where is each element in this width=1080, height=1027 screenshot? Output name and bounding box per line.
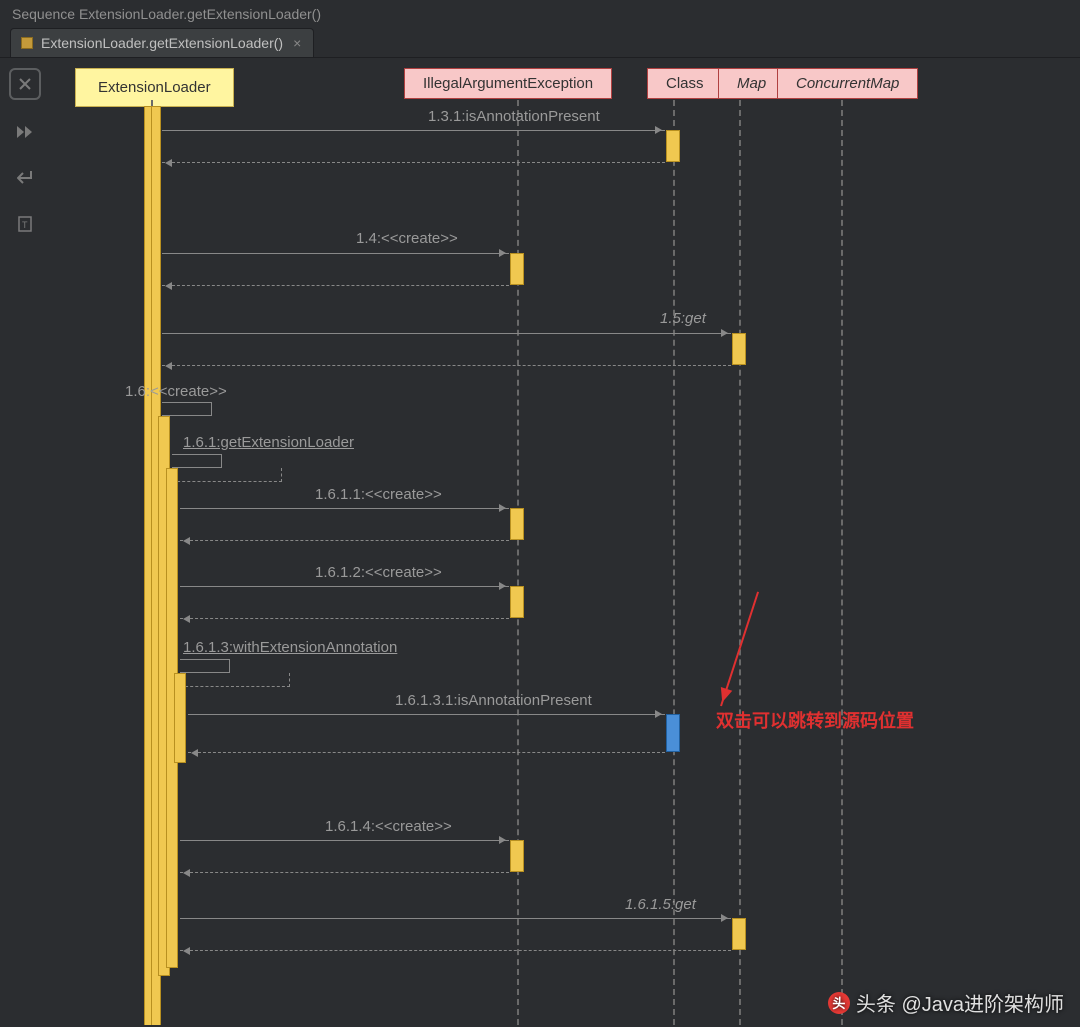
actor-concurrentmap[interactable]: ConcurrentMap: [777, 68, 918, 99]
msg-label-1614: 1.6.1.4:<<create>>: [325, 818, 452, 835]
watermark: 头 头条 @Java进阶架构师: [828, 988, 1064, 1017]
svg-text:T: T: [22, 220, 28, 230]
tab-bar: ExtensionLoader.getExtensionLoader() ×: [0, 28, 1080, 58]
interface-icon: [21, 37, 33, 49]
msg-call-15[interactable]: [162, 333, 731, 334]
window-title: Sequence ExtensionLoader.getExtensionLoa…: [0, 0, 1080, 28]
lifeline-map: [739, 100, 741, 1025]
msg-return-1615: [180, 950, 731, 951]
activation-class-16131[interactable]: [666, 714, 680, 752]
lifeline-class: [673, 100, 675, 1025]
msg-return-1613: [180, 673, 290, 687]
play-button[interactable]: [11, 118, 39, 146]
actor-illegalargument[interactable]: IllegalArgumentException: [404, 68, 612, 99]
activation-1613[interactable]: [174, 673, 186, 763]
msg-call-16131[interactable]: [188, 714, 665, 715]
lifeline-illegalargument: [517, 100, 519, 1025]
export-button[interactable]: T: [11, 210, 39, 238]
annotation-text: 双击可以跳转到源码位置: [716, 708, 914, 735]
actor-extensionloader[interactable]: ExtensionLoader: [75, 68, 234, 107]
activation-iae-1614[interactable]: [510, 840, 524, 872]
close-diagram-button[interactable]: [9, 68, 41, 100]
return-icon: [17, 171, 33, 185]
msg-return-1614: [180, 872, 509, 873]
msg-call-16[interactable]: [162, 402, 212, 416]
msg-label-15: 1.5:get: [660, 310, 706, 327]
toutiao-icon: 头: [828, 992, 850, 1014]
msg-label-14: 1.4:<<create>>: [356, 230, 458, 247]
tab-sequence[interactable]: ExtensionLoader.getExtensionLoader() ×: [10, 28, 314, 57]
msg-return-1611: [180, 540, 509, 541]
close-icon[interactable]: ×: [291, 35, 303, 51]
document-icon: T: [18, 216, 32, 232]
side-toolbar: T: [0, 58, 50, 1025]
actor-map[interactable]: Map: [718, 68, 785, 99]
msg-return-14: [162, 285, 509, 286]
activation-iae-1611[interactable]: [510, 508, 524, 540]
fast-forward-icon: [17, 126, 33, 138]
msg-return-1612: [180, 618, 509, 619]
msg-return-15: [162, 365, 731, 366]
lifeline-concurrentmap: [841, 100, 843, 1025]
msg-call-1612[interactable]: [180, 586, 509, 587]
msg-return-161: [172, 468, 282, 482]
msg-label-161: 1.6.1:getExtensionLoader: [183, 434, 354, 451]
msg-label-16: 1.6:<<create>>: [125, 383, 227, 400]
main-panel: T ExtensionLoader IllegalArgumentExcepti…: [0, 58, 1080, 1025]
back-button[interactable]: [11, 164, 39, 192]
sequence-diagram[interactable]: ExtensionLoader IllegalArgumentException…: [50, 58, 1080, 1025]
tab-label: ExtensionLoader.getExtensionLoader(): [41, 35, 283, 51]
msg-call-131[interactable]: [162, 130, 665, 131]
msg-label-131: 1.3.1:isAnnotationPresent: [428, 108, 600, 125]
activation-iae-14[interactable]: [510, 253, 524, 285]
msg-call-1611[interactable]: [180, 508, 509, 509]
activation-iae-1612[interactable]: [510, 586, 524, 618]
msg-label-1611: 1.6.1.1:<<create>>: [315, 486, 442, 503]
activation-map-15[interactable]: [732, 333, 746, 365]
msg-call-1615[interactable]: [180, 918, 731, 919]
msg-label-1612: 1.6.1.2:<<create>>: [315, 564, 442, 581]
msg-call-1613[interactable]: [180, 659, 230, 673]
msg-call-161[interactable]: [172, 454, 222, 468]
activation-class-131[interactable]: [666, 130, 680, 162]
watermark-text: 头条 @Java进阶架构师: [856, 988, 1064, 1017]
msg-call-14[interactable]: [162, 253, 509, 254]
msg-return-131: [162, 162, 665, 163]
msg-label-16131: 1.6.1.3.1:isAnnotationPresent: [395, 692, 592, 709]
msg-label-1613: 1.6.1.3:withExtensionAnnotation: [183, 639, 397, 656]
x-icon: [17, 76, 33, 92]
msg-call-1614[interactable]: [180, 840, 509, 841]
activation-map-1615[interactable]: [732, 918, 746, 950]
msg-label-1615: 1.6.1.5:get: [625, 896, 696, 913]
actor-class[interactable]: Class: [647, 68, 723, 99]
msg-return-16131: [188, 752, 665, 753]
